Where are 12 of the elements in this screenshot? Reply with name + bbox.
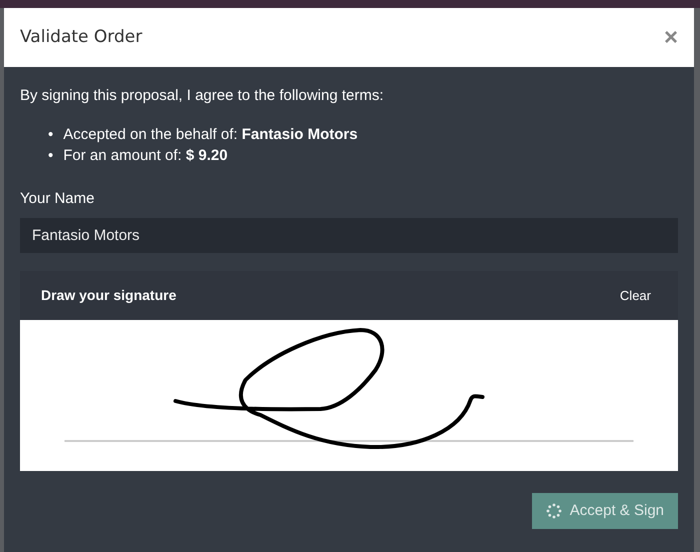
intro-text: By signing this proposal, I agree to the following terms: (20, 86, 385, 106)
bullet: • (48, 124, 54, 144)
term-item: Accepted on the behalf of: Fantasio Motors (63, 124, 358, 144)
signature-title: Draw your signature (41, 286, 176, 305)
term-item: For an amount of: $ 9.20 (63, 146, 228, 166)
name-field[interactable]: Fantasio Motors (20, 218, 678, 253)
bullet: • (48, 146, 54, 166)
close-button[interactable]: × (664, 26, 678, 50)
dialog-title: Validate Order (20, 26, 142, 49)
field-label: Your Name (20, 188, 96, 208)
clear-link[interactable]: Clear (620, 286, 651, 306)
signature-pad[interactable] (20, 320, 678, 471)
